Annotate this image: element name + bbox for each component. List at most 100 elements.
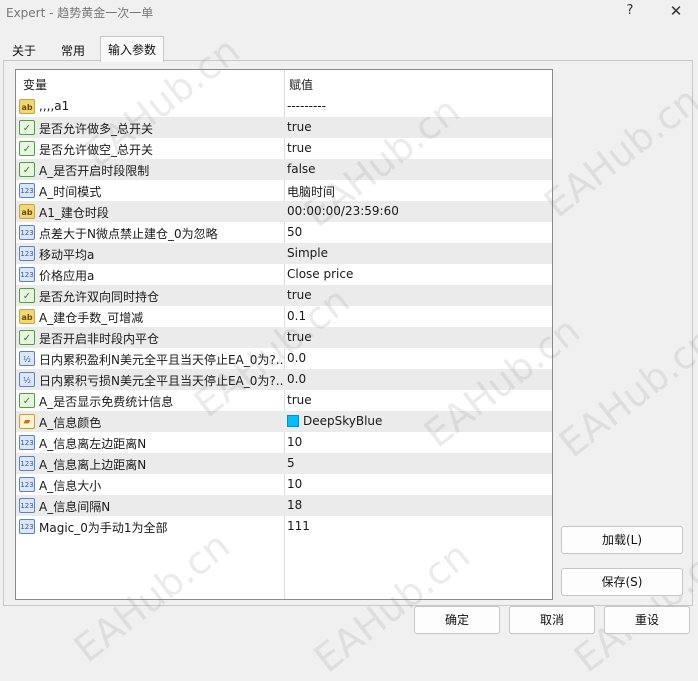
parameter-row[interactable]: 123 价格应用a Close price — [16, 264, 552, 285]
int-icon: 123 — [19, 267, 35, 282]
bool-icon: ✓ — [19, 162, 35, 177]
int-icon: 123 — [19, 456, 35, 471]
parameter-value[interactable]: 0.0 — [287, 351, 306, 365]
bool-icon: ✓ — [19, 120, 35, 135]
parameter-value[interactable]: DeepSkyBlue — [287, 414, 382, 428]
parameter-value[interactable]: true — [287, 120, 312, 134]
parameter-value[interactable]: 50 — [287, 225, 302, 239]
double-icon: ½ — [19, 351, 35, 366]
parameter-row[interactable]: ab A1_建仓时段 00:00:00/23:59:60 — [16, 201, 552, 222]
int-icon: 123 — [19, 498, 35, 513]
parameter-value[interactable]: 10 — [287, 477, 302, 491]
parameter-value[interactable]: 0.0 — [287, 372, 306, 386]
parameter-row[interactable]: 123 A_信息离上边距离N 5 — [16, 453, 552, 474]
close-icon[interactable]: ✕ — [666, 2, 686, 20]
parameter-name: 点差大于N微点禁止建仓_0为忽略 — [39, 227, 218, 241]
parameter-name: A_是否开启时段限制 — [39, 164, 150, 178]
parameter-row[interactable]: ½ 日内累积亏损N美元全平且当天停止EA_0为?.. 0.0 — [16, 369, 552, 390]
parameter-name: A_时间模式 — [39, 185, 102, 199]
parameter-value[interactable]: true — [287, 288, 312, 302]
parameter-value[interactable]: 0.1 — [287, 309, 306, 323]
window-title: Expert - 趋势黄金一次一单 — [6, 6, 154, 20]
parameter-row[interactable]: ab ,,,,a1 --------- — [16, 96, 552, 117]
parameter-name: A_信息间隔N — [39, 500, 111, 514]
parameter-row[interactable]: ✓ A_是否开启时段限制 false — [16, 159, 552, 180]
title-bar: Expert - 趋势黄金一次一单 ? ✕ — [0, 0, 698, 24]
parameter-name: A1_建仓时段 — [39, 206, 109, 220]
parameter-row[interactable]: 123 A_时间模式 电脑时间 — [16, 180, 552, 201]
tab-common[interactable]: 常用 — [52, 38, 94, 60]
int-icon: 123 — [19, 183, 35, 198]
parameter-row[interactable]: 123 A_信息大小 10 — [16, 474, 552, 495]
int-icon: 123 — [19, 519, 35, 534]
parameter-name: 价格应用a — [39, 269, 95, 283]
parameter-name: 是否允许做空_总开关 — [39, 143, 154, 157]
parameter-row[interactable]: ✓ 是否允许做多_总开关 true — [16, 117, 552, 138]
parameter-name: ,,,,a1 — [39, 99, 70, 113]
int-icon: 123 — [19, 477, 35, 492]
parameter-name: 日内累积盈利N美元全平且当天停止EA_0为?.. — [39, 353, 284, 367]
parameter-value[interactable]: 5 — [287, 456, 295, 470]
parameter-name: A_信息大小 — [39, 479, 102, 493]
int-icon: 123 — [19, 225, 35, 240]
parameter-value[interactable]: --------- — [287, 99, 326, 113]
parameter-row[interactable]: ab A_建仓手数_可增减 0.1 — [16, 306, 552, 327]
parameter-value[interactable]: 18 — [287, 498, 302, 512]
parameter-value[interactable]: false — [287, 162, 316, 176]
parameter-row[interactable]: ▰ A_信息颜色 DeepSkyBlue — [16, 411, 552, 432]
parameter-name: A_信息颜色 — [39, 416, 102, 430]
parameter-name: A_信息离左边距离N — [39, 437, 147, 451]
bool-icon: ✓ — [19, 288, 35, 303]
help-icon[interactable]: ? — [622, 3, 638, 18]
string-icon: ab — [19, 99, 35, 114]
parameter-name: A_信息离上边距离N — [39, 458, 147, 472]
int-icon: 123 — [19, 435, 35, 450]
parameter-row[interactable]: ✓ 是否开启非时段内平仓 true — [16, 327, 552, 348]
parameter-row[interactable]: ✓ A_是否显示免费统计信息 true — [16, 390, 552, 411]
parameter-name: A_是否显示免费统计信息 — [39, 395, 174, 409]
string-icon: ab — [19, 309, 35, 324]
parameter-row[interactable]: ✓ 是否允许双向同时持仓 true — [16, 285, 552, 306]
bool-icon: ✓ — [19, 141, 35, 156]
parameter-value[interactable]: 00:00:00/23:59:60 — [287, 204, 399, 218]
parameter-row[interactable]: 123 A_信息间隔N 18 — [16, 495, 552, 516]
load-button[interactable]: 加载(L) — [561, 526, 683, 554]
header-variable[interactable]: 变量 — [23, 76, 47, 93]
parameter-value[interactable]: Close price — [287, 267, 353, 281]
ok-button[interactable]: 确定 — [414, 606, 500, 634]
parameter-name: 移动平均a — [39, 248, 95, 262]
int-icon: 123 — [19, 246, 35, 261]
bool-icon: ✓ — [19, 330, 35, 345]
tab-about[interactable]: 关于 — [4, 38, 44, 60]
parameter-value[interactable]: true — [287, 330, 312, 344]
parameter-row[interactable]: 123 Magic_0为手动1为全部 111 — [16, 516, 552, 537]
parameter-value[interactable]: 111 — [287, 519, 310, 533]
parameter-name: A_建仓手数_可增减 — [39, 311, 144, 325]
parameter-row[interactable]: 123 A_信息离左边距离N 10 — [16, 432, 552, 453]
parameter-row[interactable]: ½ 日内累积盈利N美元全平且当天停止EA_0为?.. 0.0 — [16, 348, 552, 369]
parameter-value-text: DeepSkyBlue — [303, 414, 383, 428]
reset-button[interactable]: 重设 — [604, 606, 690, 634]
tab-strip: 关于 常用 输入参数 — [0, 36, 698, 62]
header-value[interactable]: 赋值 — [289, 76, 313, 93]
parameter-name: 是否开启非时段内平仓 — [39, 332, 160, 346]
parameter-name: 日内累积亏损N美元全平且当天停止EA_0为?.. — [39, 374, 284, 388]
parameter-value[interactable]: 电脑时间 — [287, 183, 335, 200]
tab-inputs[interactable]: 输入参数 — [100, 36, 164, 62]
double-icon: ½ — [19, 372, 35, 387]
parameter-row[interactable]: ✓ 是否允许做空_总开关 true — [16, 138, 552, 159]
color-swatch — [287, 415, 299, 427]
parameter-name: 是否允许做多_总开关 — [39, 122, 154, 136]
parameter-value[interactable]: true — [287, 393, 312, 407]
string-icon: ab — [19, 204, 35, 219]
parameter-name: Magic_0为手动1为全部 — [39, 521, 168, 535]
parameter-value[interactable]: Simple — [287, 246, 328, 260]
parameter-row[interactable]: 123 移动平均a Simple — [16, 243, 552, 264]
parameter-name: 是否允许双向同时持仓 — [39, 290, 160, 304]
save-button[interactable]: 保存(S) — [561, 568, 683, 596]
parameter-value[interactable]: 10 — [287, 435, 302, 449]
cancel-button[interactable]: 取消 — [509, 606, 595, 634]
parameter-value[interactable]: true — [287, 141, 312, 155]
bool-icon: ✓ — [19, 393, 35, 408]
parameter-row[interactable]: 123 点差大于N微点禁止建仓_0为忽略 50 — [16, 222, 552, 243]
